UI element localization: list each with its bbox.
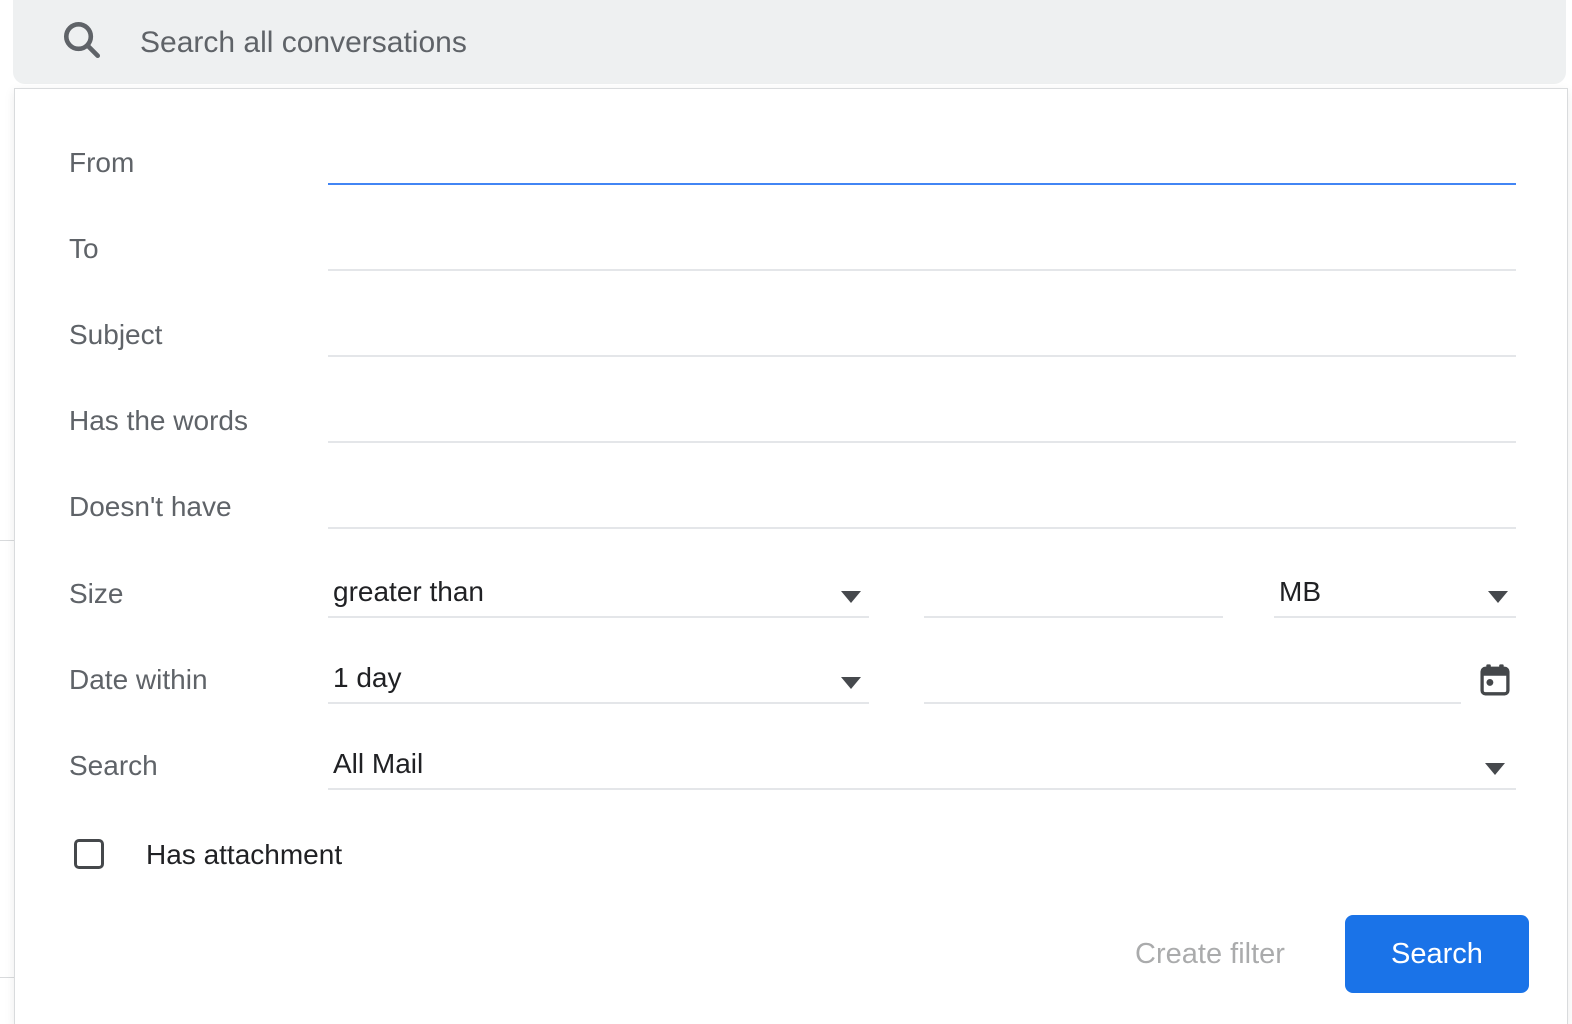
- size-amount-field: [924, 560, 1231, 618]
- calendar-icon[interactable]: [1477, 662, 1513, 698]
- scope-label: Search: [69, 750, 158, 781]
- to-input[interactable]: [328, 213, 1524, 269]
- subject-input[interactable]: [328, 299, 1524, 355]
- size-comparator-value: greater than: [333, 576, 484, 607]
- has-words-field: [328, 385, 1524, 443]
- size-label: Size: [69, 578, 124, 609]
- date-range-select[interactable]: 1 day: [328, 646, 869, 704]
- scope-value: All Mail: [333, 748, 424, 779]
- has-attachment-label: Has attachment: [146, 839, 343, 870]
- background-divider: [0, 540, 14, 541]
- size-unit-value: MB: [1279, 576, 1321, 607]
- from-field: [328, 127, 1524, 185]
- date-field: [924, 646, 1469, 704]
- has-attachment-checkbox[interactable]: [74, 839, 104, 869]
- doesnt-have-field: [328, 471, 1524, 529]
- to-field: [328, 213, 1524, 271]
- date-within-label: Date within: [69, 664, 208, 695]
- search-button[interactable]: Search: [1345, 915, 1529, 993]
- has-words-input[interactable]: [328, 385, 1524, 441]
- has-words-label: Has the words: [69, 405, 248, 436]
- search-input[interactable]: [138, 0, 1442, 86]
- doesnt-have-label: Doesn't have: [69, 491, 232, 522]
- scope-select[interactable]: All Mail: [328, 732, 1516, 790]
- size-amount-input[interactable]: [924, 560, 1231, 616]
- to-label: To: [69, 233, 99, 264]
- subject-label: Subject: [69, 319, 163, 350]
- search-icon: [63, 21, 101, 59]
- chevron-down-icon: [841, 677, 861, 689]
- background-divider: [0, 977, 14, 978]
- advanced-search-screen: From To Subject Has the words Doesn't ha…: [0, 0, 1572, 1024]
- from-input[interactable]: [328, 127, 1524, 183]
- size-unit-select[interactable]: MB: [1274, 560, 1516, 618]
- from-label: From: [69, 147, 135, 178]
- search-bar[interactable]: [13, 0, 1566, 86]
- date-input[interactable]: [924, 646, 1469, 702]
- chevron-down-icon: [1485, 763, 1505, 775]
- chevron-down-icon: [841, 591, 861, 603]
- subject-field: [328, 299, 1524, 357]
- doesnt-have-input[interactable]: [328, 471, 1524, 527]
- chevron-down-icon: [1488, 591, 1508, 603]
- search-filter-panel: From To Subject Has the words Doesn't ha…: [14, 88, 1568, 1024]
- create-filter-button[interactable]: Create filter: [1089, 924, 1331, 984]
- date-range-value: 1 day: [333, 662, 402, 693]
- size-comparator-select[interactable]: greater than: [328, 560, 869, 618]
